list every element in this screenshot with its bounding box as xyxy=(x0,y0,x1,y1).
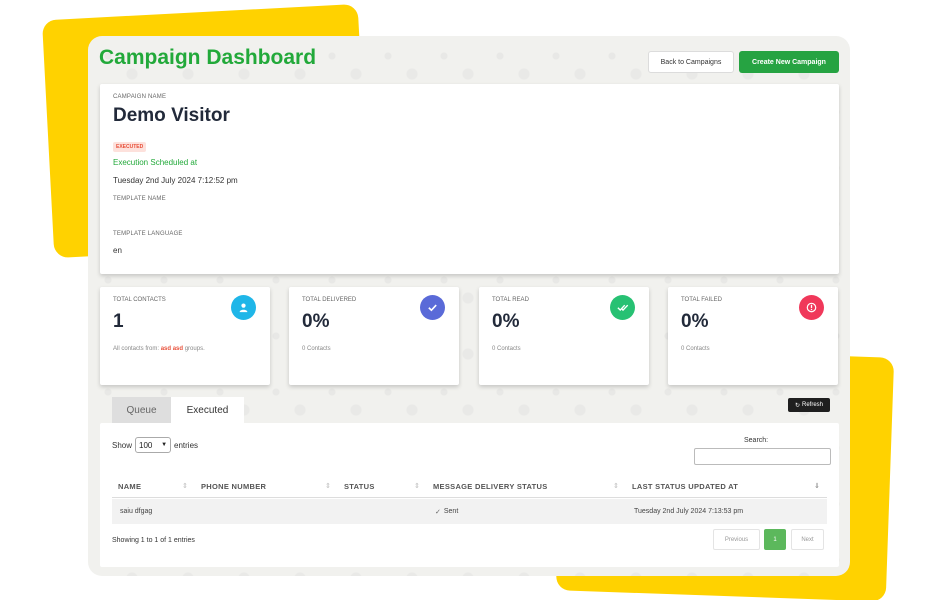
stat-card-total-delivered: TOTAL DELIVERED 0% 0 Contacts xyxy=(289,287,459,385)
table-header: NAME ⇕ PHONE NUMBER ⇕ STATUS ⇕ MESSAGE D… xyxy=(112,474,827,498)
stat-value: 0% xyxy=(302,311,330,332)
user-icon xyxy=(231,295,256,320)
stat-footnote: 0 Contacts xyxy=(681,346,710,352)
stat-card-total-failed: TOTAL FAILED 0% 0 Contacts xyxy=(668,287,838,385)
stage: Campaign Dashboard Back to Campaigns Cre… xyxy=(0,0,940,600)
sort-icon[interactable]: ⇕ xyxy=(182,482,188,490)
column-header-delivery-status[interactable]: MESSAGE DELIVERY STATUS xyxy=(433,474,548,498)
show-label: Show xyxy=(112,440,133,450)
refresh-label: Refresh xyxy=(802,402,824,408)
refresh-icon: ↻ xyxy=(794,402,800,409)
page-size-value: 100 xyxy=(139,440,153,450)
scheduled-date: Tuesday 2nd July 2024 7:12:52 pm xyxy=(113,176,238,185)
stat-label: TOTAL CONTACTS xyxy=(113,297,166,303)
check-icon xyxy=(420,295,445,320)
pagination-previous[interactable]: Previous xyxy=(713,529,760,550)
template-language: en xyxy=(113,246,122,255)
check-icon: ✓ xyxy=(435,508,441,516)
sort-desc-icon[interactable]: ⇓ xyxy=(814,482,820,490)
template-language-label: TEMPLATE LANGUAGE xyxy=(113,231,183,237)
sort-icon[interactable]: ⇕ xyxy=(325,482,331,490)
campaign-name-label: CAMPAIGN NAME xyxy=(113,94,167,100)
stat-value: 1 xyxy=(113,311,124,332)
stat-value: 0% xyxy=(492,311,520,332)
page-size-select[interactable]: 100 ▼ xyxy=(135,437,172,453)
search-input[interactable] xyxy=(694,448,831,465)
stat-label: TOTAL READ xyxy=(492,297,529,303)
stat-card-total-contacts: TOTAL CONTACTS 1 All contacts from: asd … xyxy=(100,287,270,385)
refresh-button[interactable]: ↻ Refresh xyxy=(788,398,830,412)
foot-prefix: All contacts from: xyxy=(113,346,160,352)
stat-footnote: 0 Contacts xyxy=(302,346,331,352)
page-title: Campaign Dashboard xyxy=(99,46,317,69)
alert-icon xyxy=(799,295,824,320)
sort-icon[interactable]: ⇕ xyxy=(414,482,420,490)
campaign-table-area: Show 100 ▼ entries Search: NAME ⇕ PHONE … xyxy=(100,423,839,567)
column-header-status[interactable]: STATUS xyxy=(344,474,375,498)
double-check-icon xyxy=(610,295,635,320)
group-link[interactable]: asd asd xyxy=(161,346,183,352)
entries-label: entries xyxy=(174,440,199,450)
scheduled-label: Execution Scheduled at xyxy=(113,158,198,167)
page-size-control: Show 100 ▼ entries xyxy=(112,437,198,453)
pagination-next[interactable]: Next xyxy=(791,529,824,550)
table-info: Showing 1 to 1 of 1 entries xyxy=(112,537,195,544)
chevron-down-icon: ▼ xyxy=(161,442,168,448)
foot-suffix: groups. xyxy=(184,346,205,352)
tab-queue[interactable]: Queue xyxy=(112,397,171,423)
search-label: Search: xyxy=(744,437,769,444)
back-to-campaigns-button[interactable]: Back to Campaigns xyxy=(648,51,734,73)
stat-label: TOTAL DELIVERED xyxy=(302,297,357,303)
campaign-info-card: CAMPAIGN NAME Demo Visitor EXECUTED Exec… xyxy=(100,84,839,274)
column-header-phone[interactable]: PHONE NUMBER xyxy=(201,474,266,498)
table-row: saiu dfgag ✓ Sent Tuesday 2nd July 2024 … xyxy=(112,499,827,524)
tab-executed[interactable]: Executed xyxy=(171,397,244,423)
stat-footnote: All contacts from: asd asd groups. xyxy=(113,346,205,352)
cell-name: saiu dfgag xyxy=(120,508,153,515)
cell-delivery-status: ✓ Sent xyxy=(435,499,458,524)
cell-updated-at: Tuesday 2nd July 2024 7:13:53 pm xyxy=(634,508,744,515)
column-header-last-updated[interactable]: LAST STATUS UPDATED AT xyxy=(632,474,738,498)
stat-footnote: 0 Contacts xyxy=(492,346,521,352)
template-name-label: TEMPLATE NAME xyxy=(113,196,166,202)
sort-icon[interactable]: ⇕ xyxy=(613,482,619,490)
stat-card-total-read: TOTAL READ 0% 0 Contacts xyxy=(479,287,649,385)
campaign-name: Demo Visitor xyxy=(113,105,230,126)
status-badge: EXECUTED xyxy=(113,142,147,152)
stat-label: TOTAL FAILED xyxy=(681,297,722,303)
column-header-name[interactable]: NAME xyxy=(118,474,141,498)
delivery-status-text: Sent xyxy=(443,508,459,515)
dashboard-panel: Campaign Dashboard Back to Campaigns Cre… xyxy=(88,36,850,576)
pagination-page-1[interactable]: 1 xyxy=(764,529,786,550)
stat-value: 0% xyxy=(681,311,709,332)
create-campaign-button[interactable]: Create New Campaign xyxy=(739,51,839,73)
